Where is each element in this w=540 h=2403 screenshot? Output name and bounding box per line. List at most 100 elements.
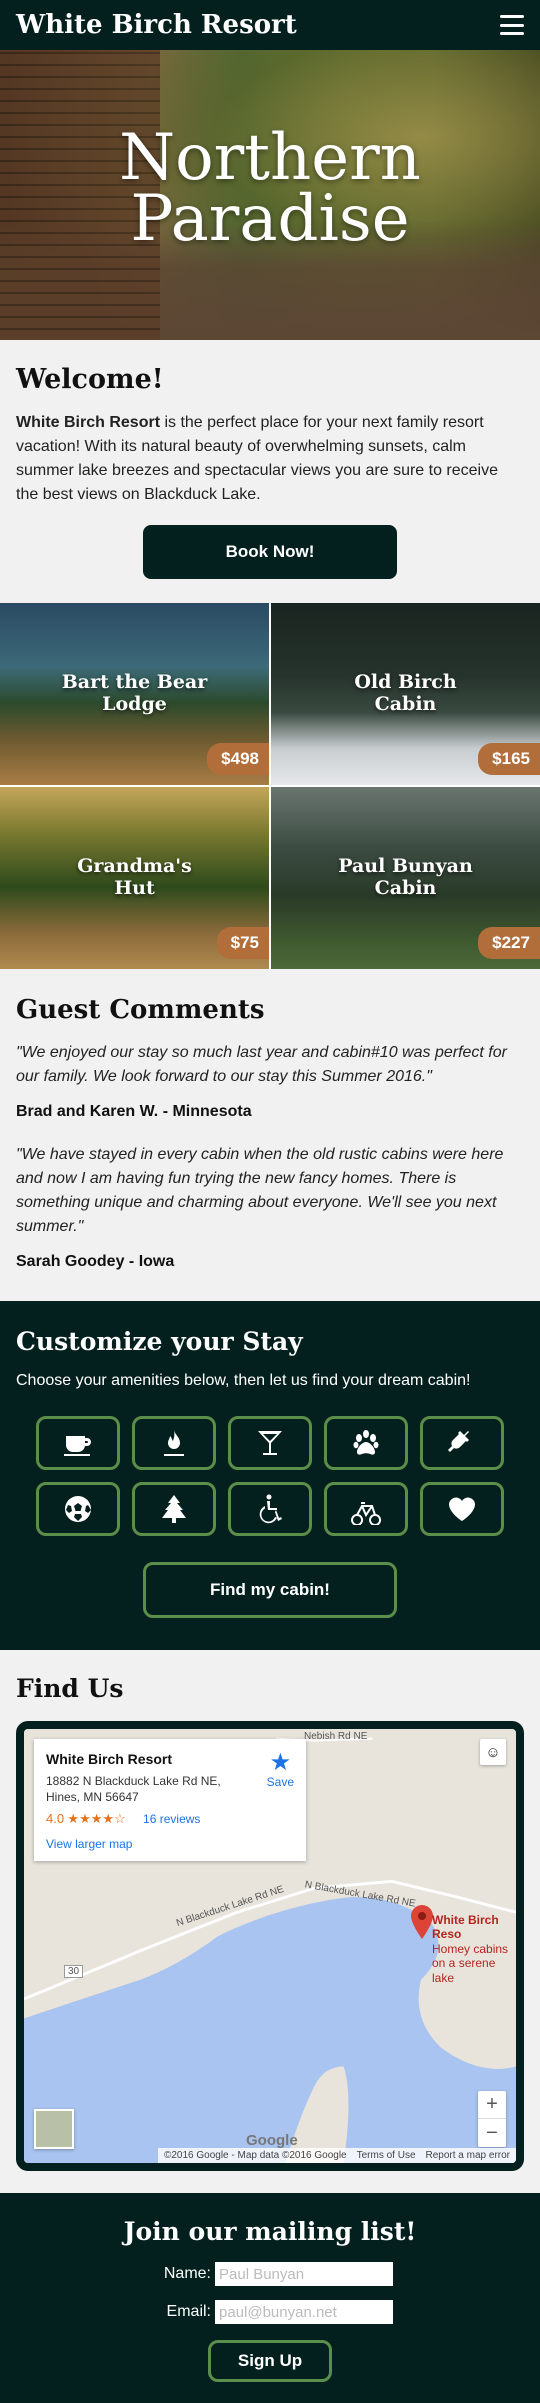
pin-line: Homey cabins: [432, 1941, 509, 1956]
cabin-card[interactable]: Grandma's Hut $75: [0, 787, 269, 969]
map-type-thumbnail[interactable]: [34, 2109, 74, 2149]
zoom-out-button[interactable]: −: [478, 2119, 506, 2147]
map-save-button[interactable]: ★ Save: [266, 1749, 294, 1790]
report-map-error-link[interactable]: Report a map error: [426, 2150, 510, 2161]
plug-icon: [448, 1430, 469, 1452]
name-field[interactable]: [215, 2262, 393, 2286]
pin-line: on a serene lake: [432, 1956, 496, 1985]
cabin-name-line: Grandma's: [77, 855, 192, 877]
amenity-cocktail-button[interactable]: [228, 1416, 312, 1470]
cabin-card[interactable]: Bart the Bear Lodge $498: [0, 603, 269, 785]
cabin-name-line: Cabin: [374, 877, 437, 900]
cabin-name-line: Old Birch: [354, 671, 457, 693]
find-us-section: Find Us Nebish Rd NE N Blackduck Lake Rd…: [0, 1650, 540, 2193]
cabin-price: $75: [216, 927, 269, 959]
cabin-name-line: Cabin: [374, 693, 437, 716]
cabin-name-line: Paul Bunyan: [338, 855, 473, 877]
google-logo: Google: [246, 2132, 298, 2149]
find-my-cabin-button[interactable]: Find my cabin!: [143, 1562, 397, 1618]
map-copyright: ©2016 Google - Map data ©2016 Google: [163, 2150, 347, 2161]
comment-author: Brad and Karen W. - Minnesota: [16, 1103, 252, 1120]
view-larger-map-link[interactable]: View larger map: [46, 1837, 294, 1851]
map-save-label: Save: [266, 1775, 294, 1789]
map-pin-icon[interactable]: [411, 1905, 433, 1939]
menu-line: [500, 23, 524, 27]
street-view-pegman-icon[interactable]: ☺: [480, 1739, 506, 1765]
guest-comments-section: Guest Comments "We enjoyed our stay so m…: [0, 969, 540, 1301]
terms-of-use-link[interactable]: Terms of Use: [357, 2150, 416, 2161]
comments-heading: Guest Comments: [16, 995, 265, 1025]
amenity-pets-button[interactable]: [324, 1416, 408, 1470]
amenity-coffee-button[interactable]: [36, 1416, 120, 1470]
welcome-heading: Welcome!: [16, 364, 164, 395]
soccer-ball-icon: [65, 1496, 91, 1522]
name-row: Name:: [16, 2262, 524, 2286]
road-number: 30: [64, 1965, 84, 1978]
book-now-button[interactable]: Book Now!: [143, 525, 397, 579]
email-field[interactable]: [215, 2300, 393, 2324]
amenity-grid: [16, 1416, 524, 1536]
page: White Birch Resort Northern Paradise Wel…: [0, 0, 540, 2403]
customize-heading: Customize your Stay: [16, 1327, 303, 1356]
name-label: Name:: [163, 2265, 211, 2282]
map-rating: 4.0: [46, 1811, 65, 1827]
map-address: 18882 N Blackduck Lake Rd NE, Hines, MN …: [46, 1773, 294, 1805]
mailing-heading: Join our mailing list!: [123, 2217, 417, 2246]
amenity-bike-button[interactable]: [324, 1482, 408, 1536]
map-rating-row: 4.0 ★★★★☆ 16 reviews: [46, 1811, 294, 1827]
cabin-grid: Bart the Bear Lodge $498 Old Birch Cabin…: [0, 603, 540, 969]
road-label: Nebish Rd NE: [304, 1731, 368, 1742]
sign-up-button[interactable]: Sign Up: [208, 2340, 332, 2382]
welcome-section: Welcome! White Birch Resort is the perfe…: [0, 340, 540, 603]
star-icon: ★: [269, 1749, 292, 1776]
map-address-line: 18882 N Blackduck Lake Rd NE,: [46, 1774, 221, 1788]
hero-banner: Northern Paradise: [0, 50, 540, 340]
mailing-list-section: Join our mailing list! Name: Email: Sign…: [0, 2193, 540, 2403]
hamburger-menu-icon[interactable]: [500, 15, 524, 35]
map-reviews-link[interactable]: 16 reviews: [143, 1812, 200, 1826]
hero-title-line1: Northern: [119, 121, 421, 195]
email-label: Email:: [166, 2303, 211, 2320]
zoom-in-button[interactable]: +: [478, 2091, 506, 2119]
cabin-price: $165: [478, 743, 540, 775]
cabin-card[interactable]: Old Birch Cabin $165: [271, 603, 540, 785]
resort-name: White Birch Resort: [16, 414, 161, 431]
coffee-icon: [64, 1436, 91, 1456]
amenity-power-button[interactable]: [420, 1416, 504, 1470]
cabin-card[interactable]: Paul Bunyan Cabin $227: [271, 787, 540, 969]
cabin-name-line: Hut: [114, 877, 155, 900]
amenity-romance-button[interactable]: [420, 1482, 504, 1536]
embedded-map[interactable]: Nebish Rd NE N Blackduck Lake Rd NE N Bl…: [16, 1721, 524, 2171]
amenity-fire-button[interactable]: [132, 1416, 216, 1470]
cabin-price: $498: [207, 743, 269, 775]
find-us-heading: Find Us: [16, 1674, 124, 1703]
map-place-name: White Birch Resort: [46, 1751, 173, 1767]
email-row: Email:: [16, 2300, 524, 2324]
comment-author: Sarah Goodey - Iowa: [16, 1253, 175, 1270]
tree-icon: [162, 1495, 186, 1523]
fire-icon: [164, 1430, 184, 1456]
map-stars: ★★★★☆: [67, 1811, 126, 1827]
cocktail-icon: [258, 1431, 282, 1455]
comment-quote: "We enjoyed our stay so much last year a…: [16, 1044, 507, 1085]
cabin-name: Paul Bunyan Cabin: [271, 855, 540, 900]
pin-title: White Birch Reso: [432, 1913, 499, 1942]
hero-title-line2: Paradise: [130, 181, 410, 256]
wheelchair-icon: [259, 1494, 282, 1524]
amenity-accessible-button[interactable]: [228, 1482, 312, 1536]
customize-section: Customize your Stay Choose your amenitie…: [0, 1301, 540, 1650]
top-bar: White Birch Resort: [0, 0, 540, 50]
cabin-name-line: Bart the Bear: [61, 671, 208, 693]
menu-line: [500, 32, 524, 35]
amenity-sports-button[interactable]: [36, 1482, 120, 1536]
map-zoom-controls: + −: [478, 2091, 506, 2147]
cabin-name: Grandma's Hut: [0, 855, 269, 900]
brand-title[interactable]: White Birch Resort: [16, 10, 297, 40]
cabin-price: $227: [478, 927, 540, 959]
paw-icon: [353, 1430, 379, 1455]
cabin-name: Bart the Bear Lodge: [0, 671, 269, 716]
welcome-text: White Birch Resort is the perfect place …: [16, 411, 524, 507]
map-pin-label: White Birch Reso Homey cabins on a seren…: [432, 1913, 516, 1985]
amenity-outdoors-button[interactable]: [132, 1482, 216, 1536]
map-address-line: Hines, MN 56647: [46, 1790, 139, 1805]
